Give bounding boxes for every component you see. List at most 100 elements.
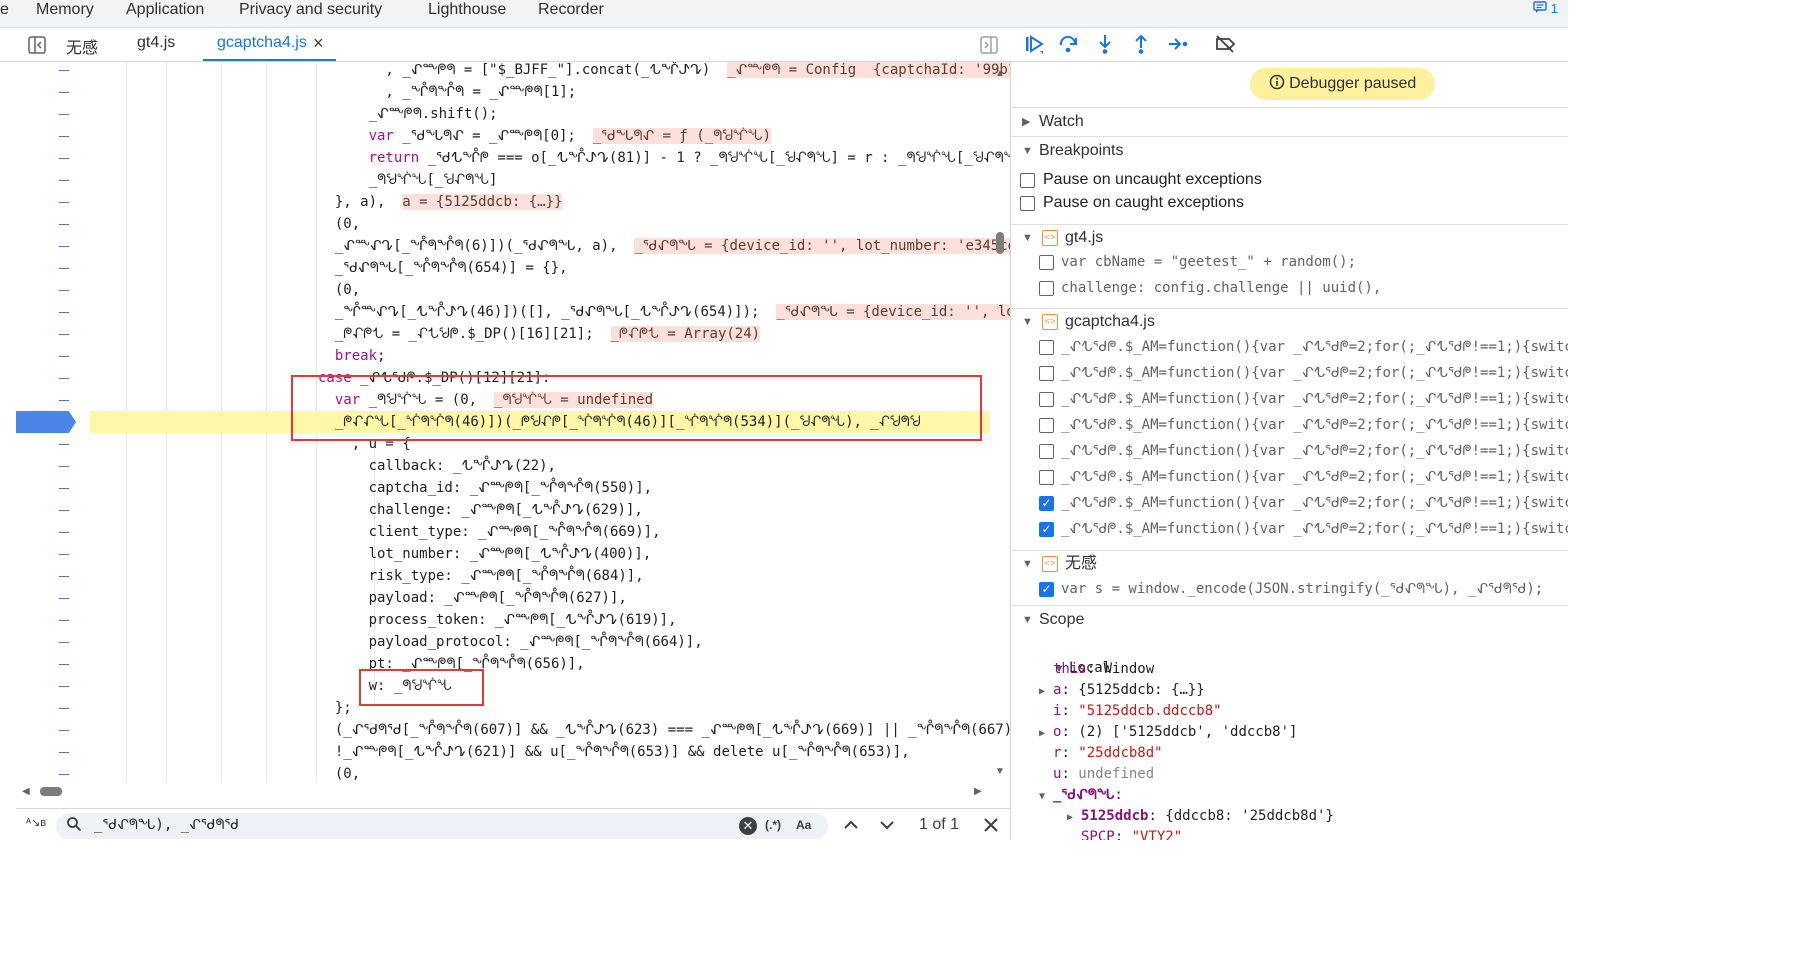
breakpoint-checkbox-checked[interactable]: ✓ xyxy=(1039,582,1054,597)
breakpoints-section-header[interactable]: ▼ Breakpoints xyxy=(1011,136,1568,164)
breakpoint-item[interactable]: _ᖋᖍᖁᖘ.$_AM=function(){var _ᖋᖍᖁᖘ=2;for(;_… xyxy=(1011,360,1568,386)
line-marker[interactable] xyxy=(59,246,69,247)
pause-caught-row[interactable]: Pause on caught exceptions xyxy=(1011,190,1568,216)
match-case-toggle[interactable]: Aa xyxy=(796,818,811,832)
line-marker[interactable] xyxy=(59,356,69,357)
breakpoint-file-gcaptcha4[interactable]: ▼ <> gcaptcha4.js xyxy=(1011,308,1568,334)
breakpoint-checkbox[interactable] xyxy=(1039,340,1054,355)
breakpoint-item[interactable]: ✓ var s = window._encode(JSON.stringify(… xyxy=(1011,576,1568,602)
breakpoint-item[interactable]: _ᖋᖍᖁᖘ.$_AM=function(){var _ᖋᖍᖁᖘ=2;for(;_… xyxy=(1011,438,1568,464)
scroll-down-icon[interactable]: ▼ xyxy=(995,766,1005,777)
watch-section-header[interactable]: ▶ Watch xyxy=(1011,107,1568,135)
line-marker[interactable] xyxy=(59,70,69,71)
breakpoint-item[interactable]: var cbName = "geetest_" + random(); xyxy=(1011,249,1568,275)
line-marker[interactable] xyxy=(59,202,69,203)
scope-section-header[interactable]: ▼ Scope xyxy=(1011,605,1568,633)
scope-variable[interactable]: SPCP: "VTY2" xyxy=(1067,827,1182,840)
toggle-navigator-icon[interactable] xyxy=(28,36,46,54)
tab-partial[interactable]: e xyxy=(0,0,9,28)
line-marker[interactable] xyxy=(59,554,69,555)
tab-recorder[interactable]: Recorder xyxy=(538,0,604,28)
line-marker[interactable] xyxy=(59,114,69,115)
breakpoint-item[interactable]: _ᖋᖍᖁᖘ.$_AM=function(){var _ᖋᖍᖁᖘ=2;for(;_… xyxy=(1011,386,1568,412)
line-marker[interactable] xyxy=(59,378,69,379)
scope-variable[interactable]: ▶ a: {5125ddcb: {…}} xyxy=(1039,680,1205,701)
line-marker[interactable] xyxy=(59,444,69,445)
breakpoint-checkbox[interactable] xyxy=(1039,281,1054,296)
scope-variable[interactable]: r: "25ddcb8d" xyxy=(1039,743,1163,764)
line-marker[interactable] xyxy=(59,488,69,489)
line-marker[interactable] xyxy=(59,576,69,577)
step-into-icon[interactable] xyxy=(1093,33,1117,57)
local-scope-header[interactable]: ▼ Local xyxy=(1022,637,1111,676)
hscroll-thumb[interactable] xyxy=(40,787,62,796)
line-marker[interactable] xyxy=(59,334,69,335)
breakpoint-marker[interactable] xyxy=(16,411,76,433)
breakpoint-file-wugan[interactable]: ▼ <> 无感 xyxy=(1011,550,1568,576)
breakpoint-checkbox-checked[interactable]: ✓ xyxy=(1039,496,1054,511)
breakpoint-item[interactable]: _ᖋᖍᖁᖘ.$_AM=function(){var _ᖋᖍᖁᖘ=2;for(;_… xyxy=(1011,464,1568,490)
toggle-debugger-sidebar-icon[interactable] xyxy=(980,36,998,54)
line-marker[interactable] xyxy=(59,224,69,225)
breakpoint-checkbox[interactable] xyxy=(1039,470,1054,485)
breakpoint-file-gt4[interactable]: ▼ <> gt4.js xyxy=(1011,224,1568,250)
replace-toggle-icon[interactable]: ᴬ↘ʙ xyxy=(26,816,46,829)
resume-icon[interactable] xyxy=(1022,33,1046,57)
breakpoint-checkbox[interactable] xyxy=(1039,418,1054,433)
line-marker[interactable] xyxy=(59,686,69,687)
search-input[interactable]: _ᖁᖋᖗᖓ), _ᖋᖁᖗᖁ xyxy=(94,817,239,833)
line-marker[interactable] xyxy=(59,620,69,621)
editor-vertical-scrollbar[interactable]: ▲ ▼ xyxy=(994,62,1006,782)
line-marker[interactable] xyxy=(59,598,69,599)
line-marker[interactable] xyxy=(59,708,69,709)
line-marker[interactable] xyxy=(59,290,69,291)
line-marker[interactable] xyxy=(59,400,69,401)
breakpoint-item[interactable]: ✓ _ᖋᖍᖁᖘ.$_AM=function(){var _ᖋᖍᖁᖘ=2;for(;… xyxy=(1011,490,1568,516)
breakpoint-checkbox[interactable] xyxy=(1039,444,1054,459)
file-tab-gt4[interactable]: gt4.js xyxy=(137,34,175,52)
tab-application[interactable]: Application xyxy=(126,0,204,28)
line-marker[interactable] xyxy=(59,180,69,181)
scroll-thumb[interactable] xyxy=(996,232,1004,254)
step-over-icon[interactable] xyxy=(1056,33,1080,57)
line-marker[interactable] xyxy=(59,510,69,511)
deactivate-breakpoints-icon[interactable] xyxy=(1213,33,1237,57)
tab-lighthouse[interactable]: Lighthouse xyxy=(428,0,506,28)
breakpoint-item[interactable]: challenge: config.challenge || uuid(), xyxy=(1011,275,1568,301)
scope-variable[interactable]: ▶ o: (2) ['5125ddcb', 'ddccb8'] xyxy=(1039,722,1297,743)
breakpoint-checkbox[interactable] xyxy=(1039,366,1054,381)
scroll-up-icon[interactable]: ▲ xyxy=(995,68,1005,79)
file-tab-gcaptcha4[interactable]: gcaptcha4.js xyxy=(217,34,307,52)
line-marker[interactable] xyxy=(59,136,69,137)
line-marker[interactable] xyxy=(59,532,69,533)
line-marker[interactable] xyxy=(59,752,69,753)
search-field[interactable]: _ᖁᖋᖗᖓ), _ᖋᖁᖗᖁ ✕ (.*) Aa xyxy=(56,813,828,839)
close-search-icon[interactable] xyxy=(982,816,1000,837)
line-marker[interactable] xyxy=(59,642,69,643)
breakpoint-checkbox[interactable] xyxy=(1039,255,1054,270)
step-icon[interactable] xyxy=(1166,33,1190,57)
step-out-icon[interactable] xyxy=(1129,33,1153,57)
next-match-icon[interactable] xyxy=(878,816,896,837)
line-marker[interactable] xyxy=(59,730,69,731)
scope-variable[interactable]: this: Window xyxy=(1039,659,1154,680)
issues-badge[interactable]: 1 xyxy=(1533,0,1558,18)
pause-uncaught-checkbox[interactable] xyxy=(1020,173,1035,188)
line-marker[interactable] xyxy=(59,268,69,269)
breakpoint-checkbox[interactable] xyxy=(1039,392,1054,407)
pause-caught-checkbox[interactable] xyxy=(1020,196,1035,211)
line-marker[interactable] xyxy=(59,774,69,775)
line-marker[interactable] xyxy=(59,312,69,313)
scope-variable[interactable]: ▼ _ᖁᖋᖗᖓ: xyxy=(1039,785,1131,806)
scope-variable[interactable]: i: "5125ddcb.ddccb8" xyxy=(1039,701,1222,722)
line-marker[interactable] xyxy=(59,158,69,159)
breakpoint-item[interactable]: ✓ _ᖋᖍᖁᖘ.$_AM=function(){var _ᖋᖍᖁᖘ=2;for(;… xyxy=(1011,516,1568,542)
line-marker[interactable] xyxy=(59,664,69,665)
line-marker[interactable] xyxy=(59,92,69,93)
scope-variable[interactable]: ▶ 5125ddcb: {ddccb8: '25ddcb8d'} xyxy=(1067,806,1334,827)
breakpoint-item[interactable]: _ᖋᖍᖁᖘ.$_AM=function(){var _ᖋᖍᖁᖘ=2;for(;_… xyxy=(1011,412,1568,438)
file-tab-wugan[interactable]: 无感 xyxy=(66,34,98,58)
tab-memory[interactable]: Memory xyxy=(36,0,94,28)
line-marker[interactable] xyxy=(59,466,69,467)
close-tab-icon[interactable]: × xyxy=(313,33,324,54)
